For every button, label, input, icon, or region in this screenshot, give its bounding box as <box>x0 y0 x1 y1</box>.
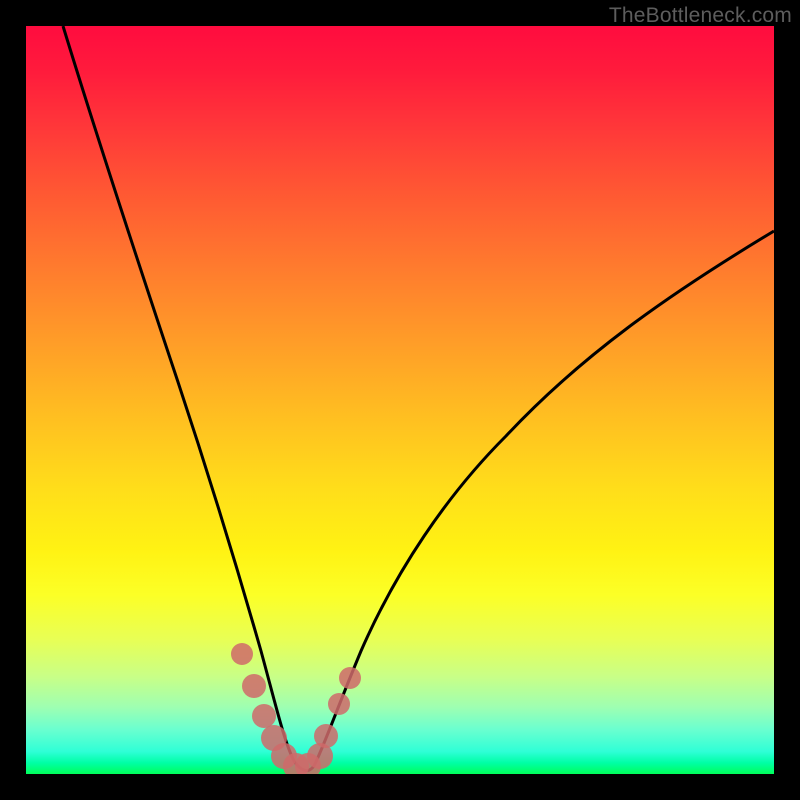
plot-area <box>26 26 774 774</box>
chart-frame: TheBottleneck.com <box>0 0 800 800</box>
highlight-markers <box>26 26 774 774</box>
watermark-text: TheBottleneck.com <box>609 4 792 28</box>
marker-group <box>231 643 361 774</box>
